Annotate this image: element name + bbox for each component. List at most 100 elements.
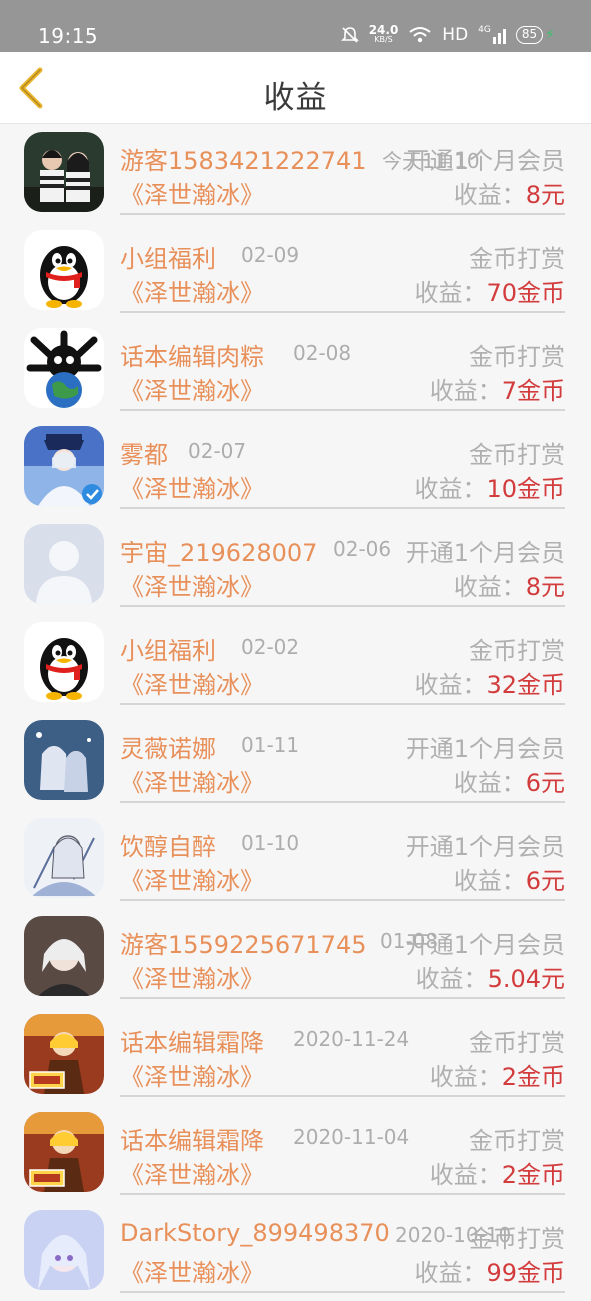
avatar[interactable] bbox=[24, 1112, 104, 1192]
user-name[interactable]: 饮醇自醉 bbox=[120, 827, 216, 862]
book-title: 《泽世瀚冰》 bbox=[120, 867, 264, 895]
user-name[interactable]: 游客1559225671745 bbox=[120, 925, 367, 960]
list-item[interactable]: 雾都 02-07 金币打赏 《泽世瀚冰》 收益：10金币 bbox=[0, 419, 591, 517]
user-name[interactable]: 小组福利 bbox=[120, 239, 216, 274]
wifi-icon bbox=[409, 27, 431, 43]
book-title: 《泽世瀚冰》 bbox=[120, 1161, 264, 1189]
user-name[interactable]: 宇宙_219628007 bbox=[120, 533, 317, 568]
earnings-label: 收益： bbox=[453, 573, 526, 601]
row-divider bbox=[120, 997, 565, 999]
earnings-label: 收益： bbox=[415, 965, 488, 993]
book-title: 《泽世瀚冰》 bbox=[120, 475, 264, 503]
earnings-label: 收益： bbox=[429, 1161, 502, 1189]
avatar[interactable] bbox=[24, 328, 104, 408]
user-name[interactable]: 小组福利 bbox=[120, 631, 216, 666]
record-date: 02-02 bbox=[241, 635, 300, 659]
book-title: 《泽世瀚冰》 bbox=[120, 1063, 264, 1091]
signal-type: 4G bbox=[478, 25, 491, 35]
record-date: 02-07 bbox=[188, 439, 247, 463]
earnings-amount: 32金币 bbox=[486, 671, 565, 699]
list-item[interactable]: 游客1559225671745 01-08 开通1个月会员 《泽世瀚冰》 收益：5.04… bbox=[0, 909, 591, 1007]
row-divider bbox=[120, 605, 565, 607]
book-title: 《泽世瀚冰》 bbox=[120, 965, 264, 993]
row-divider bbox=[120, 1291, 565, 1293]
avatar[interactable] bbox=[24, 720, 104, 800]
avatar[interactable] bbox=[24, 524, 104, 604]
book-title: 《泽世瀚冰》 bbox=[120, 1259, 264, 1287]
reward-type: 开通1个月会员 bbox=[405, 539, 565, 567]
avatar[interactable] bbox=[24, 132, 104, 212]
record-date: 01-11 bbox=[241, 733, 300, 757]
list-item[interactable]: 话本编辑霜降 2020-11-24 金币打赏 《泽世瀚冰》 收益：2金币 bbox=[0, 1007, 591, 1105]
record-date: 01-10 bbox=[241, 831, 300, 855]
list-item[interactable]: 游客1583421222741 今天11:10 开通1个月会员 《泽世瀚冰》 收益：8元 bbox=[0, 125, 591, 223]
avatar[interactable] bbox=[24, 1014, 104, 1094]
avatar[interactable] bbox=[24, 426, 104, 506]
user-name[interactable]: 雾都 bbox=[120, 435, 168, 470]
earnings-label: 收益： bbox=[414, 1259, 487, 1287]
charging-icon: ⚡ bbox=[545, 27, 555, 43]
list-item[interactable]: 宇宙_219628007 02-06 开通1个月会员《泽世瀚冰》 收益：8元 bbox=[0, 517, 591, 615]
earnings-amount: 70金币 bbox=[486, 279, 565, 307]
row-divider bbox=[120, 213, 565, 215]
book-title: 《泽世瀚冰》 bbox=[120, 377, 264, 405]
speed-unit: KB/S bbox=[374, 35, 393, 44]
speed-value: 24.0 bbox=[368, 23, 399, 37]
page-title: 收益 bbox=[263, 80, 328, 116]
earnings: 收益：70金币 bbox=[414, 273, 565, 308]
list-item[interactable]: 灵薇诺娜 01-11 开通1个月会员《泽世瀚冰》 收益：6元 bbox=[0, 713, 591, 811]
earnings-amount: 10金币 bbox=[486, 475, 565, 503]
list-item[interactable]: 饮醇自醉 01-10 开通1个月会员 《泽世瀚冰》 收益：6元 bbox=[0, 811, 591, 909]
row-divider bbox=[120, 703, 565, 705]
book-title: 《泽世瀚冰》 bbox=[120, 769, 264, 797]
book-title: 《泽世瀚冰》 bbox=[120, 671, 264, 699]
earnings-label: 收益： bbox=[414, 475, 487, 503]
reward-type: 金币打赏 bbox=[469, 1127, 565, 1155]
earnings-label: 收益： bbox=[453, 769, 526, 797]
list-item[interactable]: 话本编辑肉粽 02-08 金币打赏 《泽世瀚冰》 收益：7金币 bbox=[0, 321, 591, 419]
list-item[interactable]: 话本编辑霜降 2020-11-04 金币打赏《泽世瀚冰》 收益：2金币 bbox=[0, 1105, 591, 1203]
book-title: 《泽世瀚冰》 bbox=[120, 181, 264, 209]
row-divider bbox=[120, 899, 565, 901]
earnings: 收益：7金币 bbox=[430, 371, 565, 406]
book-title: 《泽世瀚冰》 bbox=[120, 573, 264, 601]
signal-icon: 4G bbox=[478, 26, 506, 44]
user-name[interactable]: 话本编辑霜降 bbox=[120, 1023, 264, 1058]
earnings: 收益：8元 bbox=[454, 175, 565, 210]
avatar[interactable] bbox=[24, 622, 104, 702]
earnings-amount: 2金币 bbox=[501, 1063, 565, 1091]
avatar[interactable] bbox=[24, 230, 104, 310]
earnings-amount: 5.04元 bbox=[487, 965, 565, 993]
earnings-label: 收益： bbox=[429, 377, 502, 405]
user-name[interactable]: 话本编辑肉粽 bbox=[120, 337, 264, 372]
user-name[interactable]: 游客1583421222741 bbox=[120, 141, 367, 176]
list-item[interactable]: DarkStory_899498370 2020-10-10 金币打赏 《泽世瀚冰》收… bbox=[0, 1203, 591, 1301]
reward-type: 开通1个月会员 bbox=[405, 833, 565, 861]
row-divider bbox=[120, 1095, 565, 1097]
list-item[interactable]: 小组福利 02-09 金币打赏 《泽世瀚冰》 收益：70金币 bbox=[0, 223, 591, 321]
bell-off-icon bbox=[340, 27, 359, 43]
row-divider bbox=[120, 409, 565, 411]
user-name[interactable]: 话本编辑霜降 bbox=[120, 1121, 264, 1156]
avatar[interactable] bbox=[24, 818, 104, 898]
earnings: 收益：6元 bbox=[454, 763, 565, 798]
earnings: 收益：32金币 bbox=[414, 665, 565, 700]
earnings: 收益：5.04元 bbox=[416, 959, 565, 994]
reward-type: 开通1个月会员 bbox=[405, 147, 565, 175]
user-name[interactable]: 灵薇诺娜 bbox=[120, 729, 216, 764]
avatar[interactable] bbox=[24, 916, 104, 996]
earnings-amount: 8元 bbox=[525, 573, 565, 601]
reward-type: 金币打赏 bbox=[469, 343, 565, 371]
record-date: 2020-11-04 bbox=[293, 1125, 410, 1149]
earnings-amount: 2金币 bbox=[501, 1161, 565, 1189]
record-date: 2020-11-24 bbox=[293, 1027, 410, 1051]
reward-type: 金币打赏 bbox=[469, 245, 565, 273]
list-item[interactable]: 小组福利 02-02 金币打赏 《泽世瀚冰》 收益：32金币 bbox=[0, 615, 591, 713]
earnings-amount: 7金币 bbox=[501, 377, 565, 405]
user-name[interactable]: DarkStory_899498370 bbox=[120, 1219, 390, 1247]
record-date: 02-06 bbox=[333, 537, 392, 561]
earnings-amount: 8元 bbox=[525, 181, 565, 209]
avatar[interactable] bbox=[24, 1210, 104, 1290]
reward-type: 开通1个月会员 bbox=[405, 735, 565, 763]
reward-type: 开通1个月会员 bbox=[405, 931, 565, 959]
